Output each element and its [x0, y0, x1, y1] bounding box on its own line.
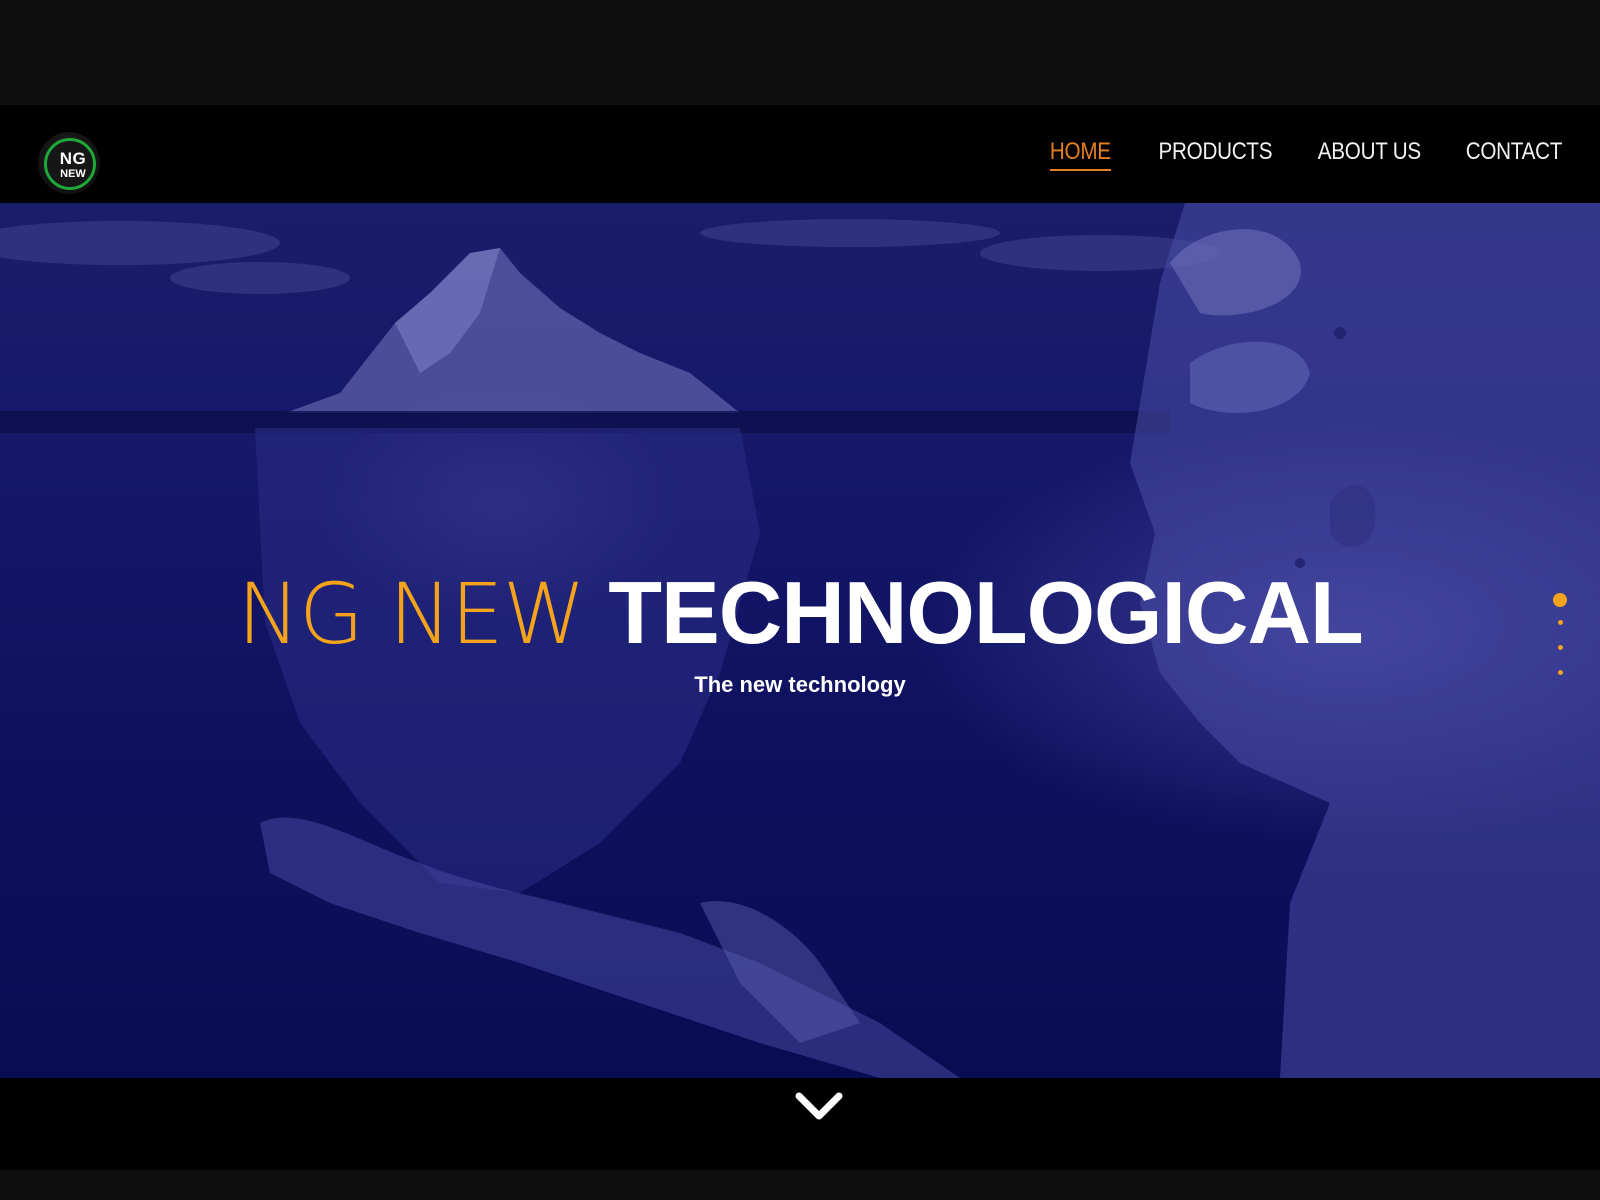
hero-title: NG NEW TECHNOLOGICAL	[0, 563, 1600, 664]
logo-ring: NG NEW	[44, 138, 96, 190]
nav-item-contact[interactable]: CONTACT	[1466, 135, 1563, 171]
hero-title-bold: TECHNOLOGICAL	[608, 563, 1364, 662]
hero-subtitle: The new technology	[694, 672, 906, 697]
hero-section: NG NEW TECHNOLOGICAL The new technology	[0, 203, 1600, 1078]
nav-item-products[interactable]: PRODUCTS	[1158, 135, 1272, 171]
nav-item-home[interactable]: HOME	[1049, 135, 1111, 171]
slide-dot-4[interactable]	[1557, 670, 1563, 675]
hero-title-accent: NG NEW	[237, 565, 586, 663]
logo-text-new: NEW	[60, 168, 86, 180]
robot-arm-image	[260, 817, 960, 1078]
slide-dot-3[interactable]	[1557, 645, 1563, 650]
nav-item-about-us[interactable]: ABOUT US	[1318, 135, 1421, 171]
clouds	[0, 219, 1220, 294]
main-nav: HOME PRODUCTS ABOUT US CONTACT	[1040, 135, 1562, 171]
chevron-down-icon[interactable]	[795, 1090, 843, 1124]
slide-dot-2[interactable]	[1557, 620, 1563, 625]
iceberg-image	[285, 248, 740, 413]
site-header: NG NEW HOME PRODUCTS ABOUT US CONTACT	[0, 105, 1600, 203]
scroll-bar	[0, 1078, 1600, 1170]
slide-pagination	[1550, 593, 1570, 695]
top-band	[0, 0, 1600, 105]
logo-text-ng: NG	[59, 149, 87, 168]
logo[interactable]: NG NEW	[38, 132, 100, 194]
footer-band	[0, 1170, 1600, 1200]
slide-dot-1[interactable]	[1553, 593, 1567, 607]
